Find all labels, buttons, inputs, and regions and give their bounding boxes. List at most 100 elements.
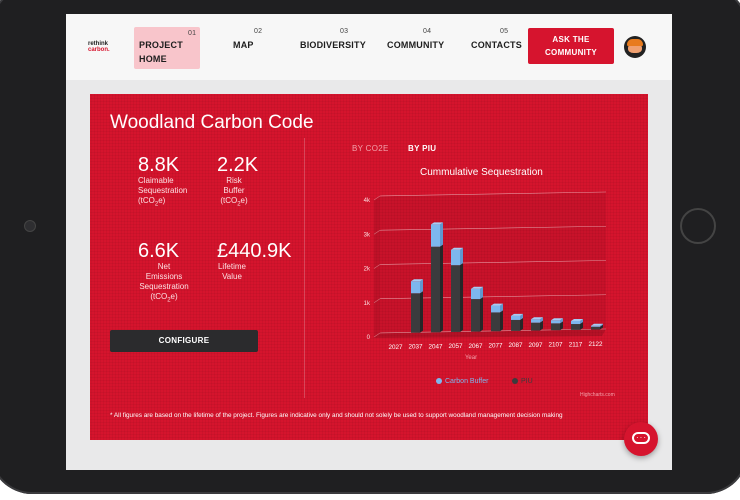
nav-label: BIODIVERSITY xyxy=(300,40,366,50)
stat-label-unit: (tCO2e) xyxy=(138,292,190,306)
stat-net-emissions: 6.6K Net Emissions Sequestration (tCO2e) xyxy=(138,240,190,306)
nav-label: CONTACTS xyxy=(471,40,522,50)
y-tick-label: 1k xyxy=(364,301,371,307)
nav-label: PROJECT xyxy=(139,40,183,50)
stat-label: Lifetime Value xyxy=(217,262,247,282)
stat-label-line: Sequestration xyxy=(139,282,189,291)
nav-label: HOME xyxy=(139,54,167,64)
bar-piu xyxy=(411,293,420,333)
legend-label: PIU xyxy=(521,378,533,385)
stat-value: £440.9K xyxy=(217,240,292,262)
nav-number: 03 xyxy=(340,28,349,35)
legend-carbon-buffer[interactable]: Carbon Buffer xyxy=(436,378,488,385)
nav-label: COMMUNITY xyxy=(387,40,445,50)
x-tick-label: 2117 xyxy=(569,341,583,348)
bar-carbon-buffer xyxy=(591,325,600,327)
bar-piu-side xyxy=(480,297,483,332)
woodland-carbon-panel: Woodland Carbon Code 8.8K Claimable Sequ… xyxy=(90,94,648,440)
bar-piu xyxy=(451,265,460,332)
stat-label: Claimable Sequestration (tCO2e) xyxy=(138,176,187,210)
nav-item-biodiversity[interactable]: 03 BIODIVERSITY xyxy=(300,27,370,67)
chart-side-wall xyxy=(374,196,380,338)
ask-line2: COMMUNITY xyxy=(544,48,598,57)
sequestration-chart: 0 1k 2k 3k 4k 2027 2037 2047 2057 2067 2077 2087 209… xyxy=(364,191,607,361)
avatar-hair xyxy=(627,39,643,46)
stat-label-line: Claimable xyxy=(138,176,174,185)
stat-label-line: Lifetime xyxy=(217,262,246,271)
x-tick-label: 2067 xyxy=(468,343,483,350)
nav-number: 01 xyxy=(188,30,197,37)
bar-piu-side xyxy=(460,263,463,332)
bar-piu xyxy=(471,299,480,332)
legend-piu[interactable]: PIU xyxy=(512,378,533,385)
ask-the-community-button[interactable]: ASK THE COMMUNITY xyxy=(528,28,614,64)
configure-button[interactable]: CONFIGURE xyxy=(110,330,258,352)
bar-carbon-buffer xyxy=(551,320,560,324)
stat-value: 6.6K xyxy=(138,240,180,262)
bar-carbon-buffer-side xyxy=(460,247,463,266)
nav-item-contacts[interactable]: 05 CONTACTS xyxy=(471,27,523,67)
y-tick-label: 0 xyxy=(367,335,371,341)
legend-swatch-buffer xyxy=(436,378,442,385)
screen: rethink carbon. 01 PROJECT HOME 02 MAP 0… xyxy=(66,14,672,470)
user-avatar[interactable] xyxy=(624,36,646,58)
stat-value: 8.8K xyxy=(138,154,180,176)
tab-by-piu[interactable]: BY PIU xyxy=(408,144,436,153)
tab-by-co2e[interactable]: BY CO2E xyxy=(352,144,389,153)
chart-title: Cummulative Sequestration xyxy=(420,167,543,178)
bar-carbon-buffer xyxy=(411,281,420,294)
bar-carbon-buffer xyxy=(511,315,520,320)
x-tick-label: 2107 xyxy=(548,342,563,349)
nav-number: 04 xyxy=(423,28,432,35)
legend-swatch-piu xyxy=(512,378,518,385)
unit-text: e) xyxy=(170,292,178,301)
nav-number: 05 xyxy=(500,28,509,35)
camera-icon xyxy=(24,220,36,232)
stat-label-line: Risk xyxy=(226,176,242,185)
bar-piu-side xyxy=(520,317,523,331)
logo-line2: carbon. xyxy=(88,47,110,53)
stat-claimable-sequestration: 8.8K Claimable Sequestration (tCO2e) xyxy=(138,154,187,210)
x-tick-label: 2077 xyxy=(488,343,503,350)
stat-risk-buffer: 2.2K Risk Buffer (tCO2e) xyxy=(217,154,258,210)
logo[interactable]: rethink carbon. xyxy=(88,41,110,53)
unit-text: (tCO xyxy=(150,292,168,301)
stat-label-unit: (tCO2e) xyxy=(217,196,251,210)
bar-carbon-buffer xyxy=(451,249,460,266)
nav-item-map[interactable]: 02 MAP xyxy=(232,27,272,67)
nav-number: 02 xyxy=(254,28,263,35)
bar-carbon-buffer xyxy=(491,305,500,313)
chart-credits[interactable]: Highcharts.com xyxy=(580,392,615,398)
stat-label-line: Emissions xyxy=(145,272,183,281)
stat-value: 2.2K xyxy=(217,154,259,176)
bar-piu xyxy=(591,326,600,330)
bar-carbon-buffer-side xyxy=(440,222,443,247)
stat-label-line: Value xyxy=(222,272,242,281)
chat-button[interactable]: ··· xyxy=(624,422,658,456)
y-tick-label: 4k xyxy=(364,198,371,204)
x-tick-label: 2027 xyxy=(388,344,403,351)
home-button[interactable] xyxy=(680,208,716,244)
bar-carbon-buffer xyxy=(471,288,480,300)
panel-divider xyxy=(304,138,305,398)
nav-label: MAP xyxy=(233,40,254,50)
stat-label-unit: (tCO2e) xyxy=(138,196,187,210)
stat-label: Risk Buffer (tCO2e) xyxy=(217,176,251,210)
stat-label: Net Emissions Sequestration (tCO2e) xyxy=(138,262,190,306)
y-tick-label: 3k xyxy=(364,232,371,238)
nav-item-community[interactable]: 04 COMMUNITY xyxy=(387,27,449,67)
nav-item-project-home[interactable]: 01 PROJECT HOME xyxy=(134,27,200,69)
bar-piu-side xyxy=(500,310,503,332)
unit-text: (tCO xyxy=(138,196,155,205)
bar-carbon-buffer xyxy=(431,224,440,247)
unit-text: e) xyxy=(158,196,166,205)
legend-label: Carbon Buffer xyxy=(445,378,489,385)
bar-piu xyxy=(531,322,540,331)
bar-piu xyxy=(551,323,560,331)
x-tick-label: 2047 xyxy=(428,343,443,350)
footnote: * All figures are based on the lifetime … xyxy=(110,412,563,419)
y-tick-label: 2k xyxy=(364,267,371,273)
x-tick-label: 2037 xyxy=(408,344,423,351)
x-tick-label: 2057 xyxy=(448,343,463,350)
stat-label-line: Net xyxy=(157,262,171,271)
